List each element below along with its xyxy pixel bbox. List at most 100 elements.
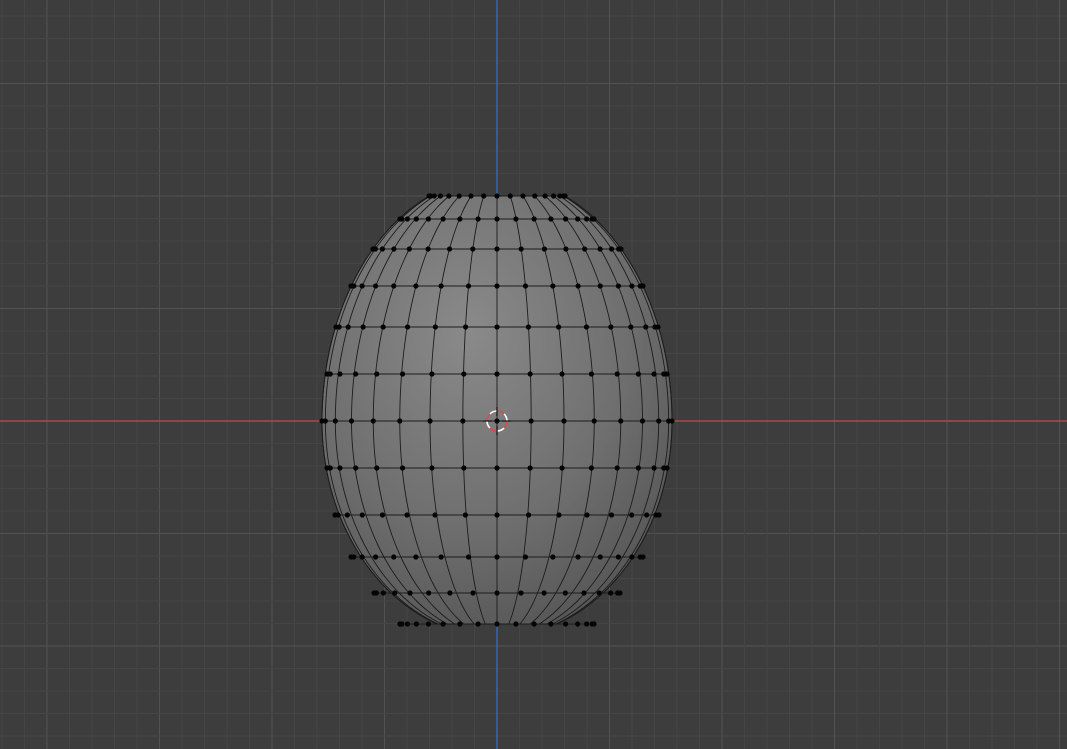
mesh-vertex[interactable]	[575, 216, 581, 222]
mesh-vertex[interactable]	[513, 216, 519, 222]
mesh-vertex[interactable]	[494, 193, 500, 199]
mesh-vertex[interactable]	[437, 193, 444, 199]
mesh-vertex[interactable]	[373, 590, 379, 596]
mesh-vertex[interactable]	[392, 590, 398, 596]
mesh-vertex[interactable]	[462, 512, 468, 518]
mesh-vertex[interactable]	[629, 554, 635, 560]
mesh-vertex[interactable]	[635, 465, 641, 471]
mesh-vertex[interactable]	[542, 193, 548, 199]
mesh-vertex[interactable]	[348, 418, 355, 424]
3d-viewport[interactable]	[0, 0, 1067, 749]
mesh-vertex[interactable]	[461, 465, 467, 471]
mesh-vertex[interactable]	[462, 324, 469, 330]
mesh-vertex[interactable]	[669, 418, 675, 424]
mesh-vertex[interactable]	[373, 283, 379, 289]
mesh-vertex[interactable]	[494, 216, 500, 222]
mesh-vertex[interactable]	[563, 246, 569, 252]
mesh-vertex[interactable]	[494, 371, 500, 377]
mesh-vertex[interactable]	[332, 418, 338, 424]
mesh-vertex[interactable]	[584, 621, 590, 627]
mesh-vertex[interactable]	[656, 418, 662, 424]
mesh-vertex[interactable]	[596, 590, 602, 596]
mesh-vertex[interactable]	[407, 590, 413, 596]
mesh-vertex[interactable]	[494, 418, 500, 424]
mesh-vertex[interactable]	[608, 246, 615, 252]
viewport-canvas[interactable]	[0, 0, 1067, 749]
mesh-vertex[interactable]	[370, 418, 376, 424]
mesh-vertex[interactable]	[327, 371, 333, 377]
mesh-vertex[interactable]	[391, 554, 397, 560]
mesh-vertex[interactable]	[360, 324, 366, 330]
mesh-vertex[interactable]	[527, 371, 533, 377]
mesh-vertex[interactable]	[456, 193, 462, 199]
mesh-vertex[interactable]	[522, 283, 529, 289]
mesh-vertex[interactable]	[541, 590, 547, 596]
mesh-vertex[interactable]	[413, 621, 419, 627]
mesh-vertex[interactable]	[322, 418, 328, 424]
mesh-vertex[interactable]	[614, 371, 620, 377]
mesh-vertex[interactable]	[532, 193, 538, 199]
mesh-vertex[interactable]	[425, 621, 432, 627]
mesh-vertex[interactable]	[481, 193, 487, 199]
mesh-vertex[interactable]	[618, 246, 624, 252]
mesh-vertex[interactable]	[588, 371, 595, 377]
mesh-vertex[interactable]	[359, 283, 365, 289]
mesh-vertex[interactable]	[608, 324, 614, 330]
mesh-vertex[interactable]	[561, 418, 567, 424]
mesh-vertex[interactable]	[470, 590, 476, 596]
mesh-vertex[interactable]	[664, 371, 670, 377]
mesh-vertex[interactable]	[470, 246, 476, 252]
mesh-vertex[interactable]	[531, 621, 537, 627]
mesh-vertex[interactable]	[635, 371, 641, 377]
mesh-vertex[interactable]	[440, 621, 446, 627]
mesh-vertex[interactable]	[374, 465, 380, 471]
mesh-vertex[interactable]	[526, 512, 532, 518]
mesh-vertex[interactable]	[494, 324, 500, 330]
mesh-vertex[interactable]	[513, 621, 519, 627]
mesh-vertex[interactable]	[447, 590, 453, 596]
mesh-vertex[interactable]	[475, 216, 481, 222]
mesh-vertex[interactable]	[391, 283, 397, 289]
mesh-vertex[interactable]	[494, 621, 500, 627]
mesh-vertex[interactable]	[336, 324, 342, 330]
mesh-vertex[interactable]	[628, 324, 634, 330]
mesh-vertex[interactable]	[562, 216, 569, 222]
mesh-vertex[interactable]	[588, 465, 595, 471]
mesh-vertex[interactable]	[575, 621, 581, 627]
mesh-vertex[interactable]	[583, 324, 590, 330]
mesh-vertex[interactable]	[399, 621, 405, 627]
mesh-vertex[interactable]	[644, 512, 650, 518]
mesh-vertex[interactable]	[629, 283, 635, 289]
mesh-vertex[interactable]	[608, 512, 615, 518]
mesh-vertex[interactable]	[399, 371, 406, 377]
mesh-vertex[interactable]	[556, 512, 562, 518]
mesh-vertex[interactable]	[531, 216, 537, 222]
mesh-vertex[interactable]	[404, 512, 410, 518]
mesh-vertex[interactable]	[550, 554, 556, 560]
mesh-vertex[interactable]	[494, 283, 500, 289]
mesh-vertex[interactable]	[556, 324, 562, 330]
mesh-vertex[interactable]	[520, 193, 526, 199]
mesh-vertex[interactable]	[379, 512, 386, 518]
mesh-vertex[interactable]	[457, 216, 463, 222]
mesh-vertex[interactable]	[550, 283, 556, 289]
mesh-vertex[interactable]	[404, 324, 411, 330]
mesh-vertex[interactable]	[522, 554, 529, 560]
mesh-vertex[interactable]	[425, 246, 431, 252]
mesh-vertex[interactable]	[432, 324, 438, 330]
mesh-vertex[interactable]	[374, 371, 380, 377]
mesh-vertex[interactable]	[404, 621, 410, 627]
mesh-vertex[interactable]	[651, 465, 657, 471]
mesh-vertex[interactable]	[337, 371, 343, 377]
mesh-vertex[interactable]	[429, 371, 435, 377]
mesh-vertex[interactable]	[429, 465, 435, 471]
mesh-vertex[interactable]	[615, 283, 621, 289]
mesh-vertex[interactable]	[380, 324, 386, 330]
mesh-vertex[interactable]	[413, 283, 419, 289]
mesh-vertex[interactable]	[399, 216, 405, 222]
mesh-vertex[interactable]	[582, 246, 588, 252]
mesh-vertex[interactable]	[527, 465, 533, 471]
mesh-vertex[interactable]	[640, 554, 646, 560]
mesh-vertex[interactable]	[494, 512, 500, 518]
mesh-vertex[interactable]	[344, 512, 350, 518]
